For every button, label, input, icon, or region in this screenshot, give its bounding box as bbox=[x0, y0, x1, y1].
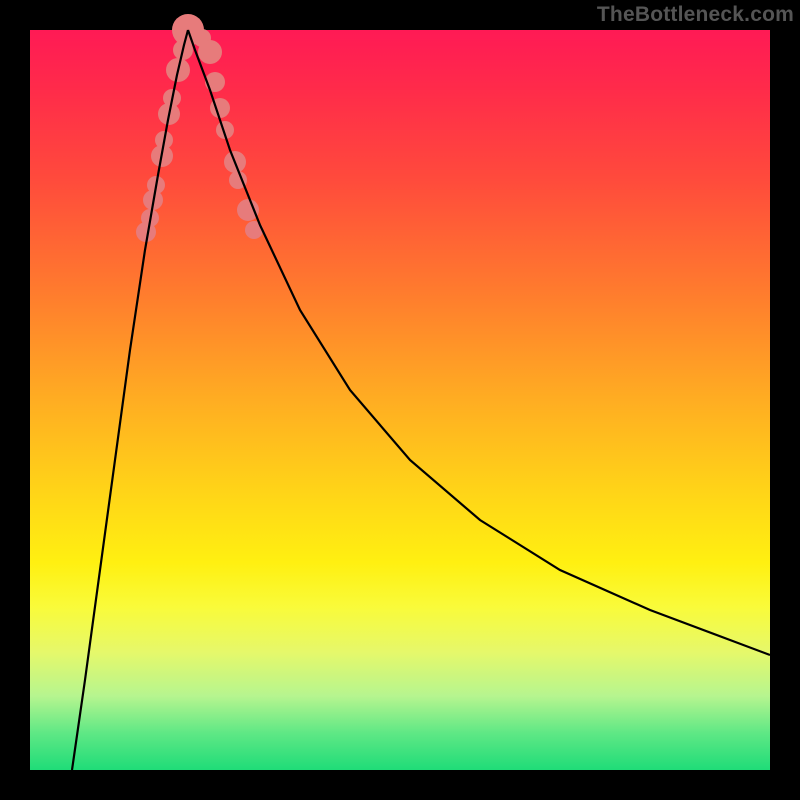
watermark-text: TheBottleneck.com bbox=[597, 3, 794, 27]
curves-svg bbox=[30, 30, 770, 770]
data-marker bbox=[237, 199, 259, 221]
data-marker bbox=[198, 40, 222, 64]
chart-frame: TheBottleneck.com bbox=[0, 0, 800, 800]
marker-layer bbox=[136, 14, 263, 242]
plot-area bbox=[30, 30, 770, 770]
right-curve bbox=[188, 30, 770, 655]
